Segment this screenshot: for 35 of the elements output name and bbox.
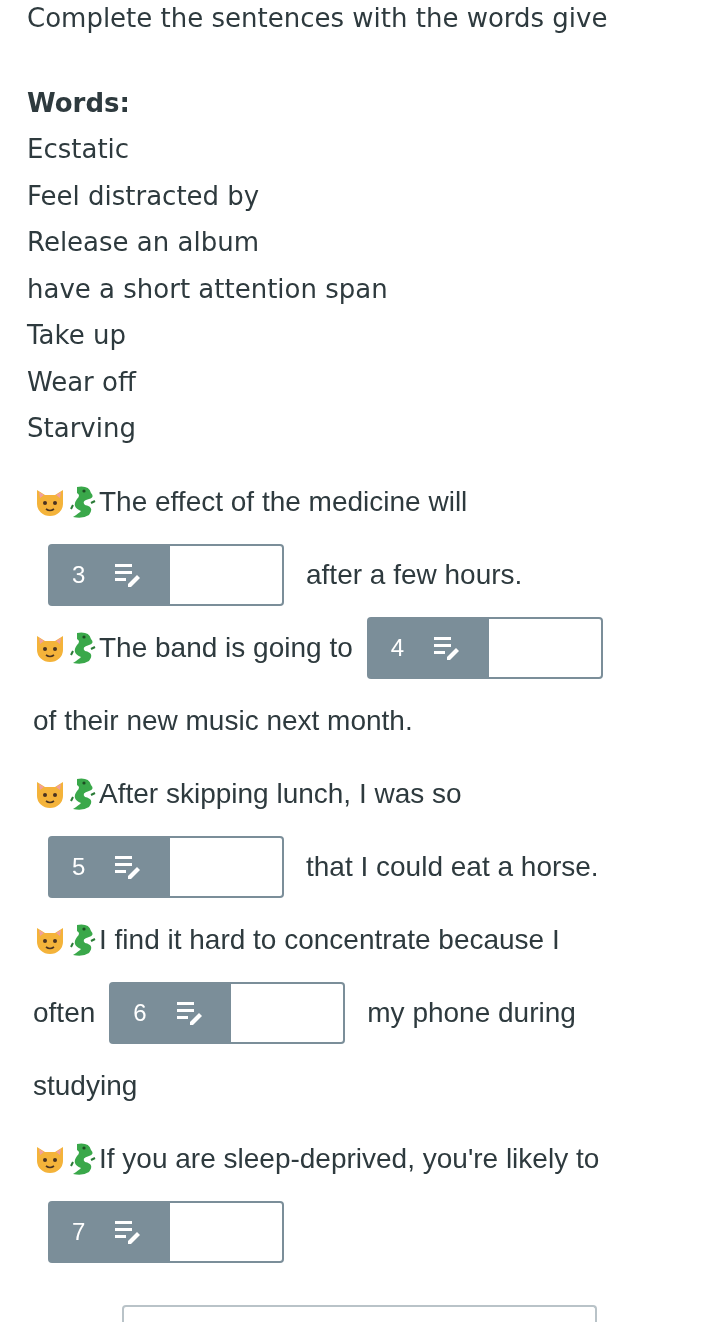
question-number: 3 xyxy=(72,560,86,590)
sentence-text: The effect of the medicine will xyxy=(99,485,468,519)
word-option: Starving xyxy=(27,405,718,452)
question-number: 5 xyxy=(72,852,86,882)
sentence-text: studying xyxy=(33,1069,138,1103)
answer-field[interactable] xyxy=(170,836,284,898)
word-option: Take up xyxy=(27,312,718,359)
answer-field[interactable] xyxy=(170,544,284,606)
sentence-text: often xyxy=(33,996,96,1030)
word-option: Ecstatic xyxy=(27,126,718,173)
sentence-text: after a few hours. xyxy=(306,558,523,592)
instruction-text: Complete the sentences with the words give xyxy=(27,2,609,35)
answer-field[interactable] xyxy=(231,982,346,1044)
sentence-text: After skipping lunch, I was so xyxy=(99,777,462,811)
edit-list-icon xyxy=(434,636,461,660)
word-option: have a short attention span xyxy=(27,265,718,312)
sentence-text: my phone during xyxy=(367,996,576,1030)
words-heading: Words: xyxy=(27,87,131,120)
answer-field[interactable] xyxy=(170,1201,284,1263)
edit-list-icon xyxy=(115,855,142,879)
question-number: 7 xyxy=(72,1217,86,1247)
sentence-text: If you are sleep-deprived, you're likely to xyxy=(99,1142,600,1176)
edit-list-icon xyxy=(115,563,142,587)
word-option: Wear off xyxy=(27,358,718,405)
sentence-text: of their new music next month. xyxy=(33,704,413,738)
edit-list-icon xyxy=(176,1001,203,1025)
sentence-text: that I could eat a horse. xyxy=(306,850,599,884)
question-number: 6 xyxy=(133,998,147,1028)
sentence-text: The band is going to xyxy=(99,631,353,665)
question-number: 4 xyxy=(390,633,405,663)
sentence-text: I find it hard to concentrate because I xyxy=(99,923,560,957)
edit-list-icon xyxy=(115,1220,142,1244)
word-option: Feel distracted by xyxy=(27,172,718,219)
word-option: Release an album xyxy=(27,219,718,266)
answer-field[interactable] xyxy=(488,617,603,679)
